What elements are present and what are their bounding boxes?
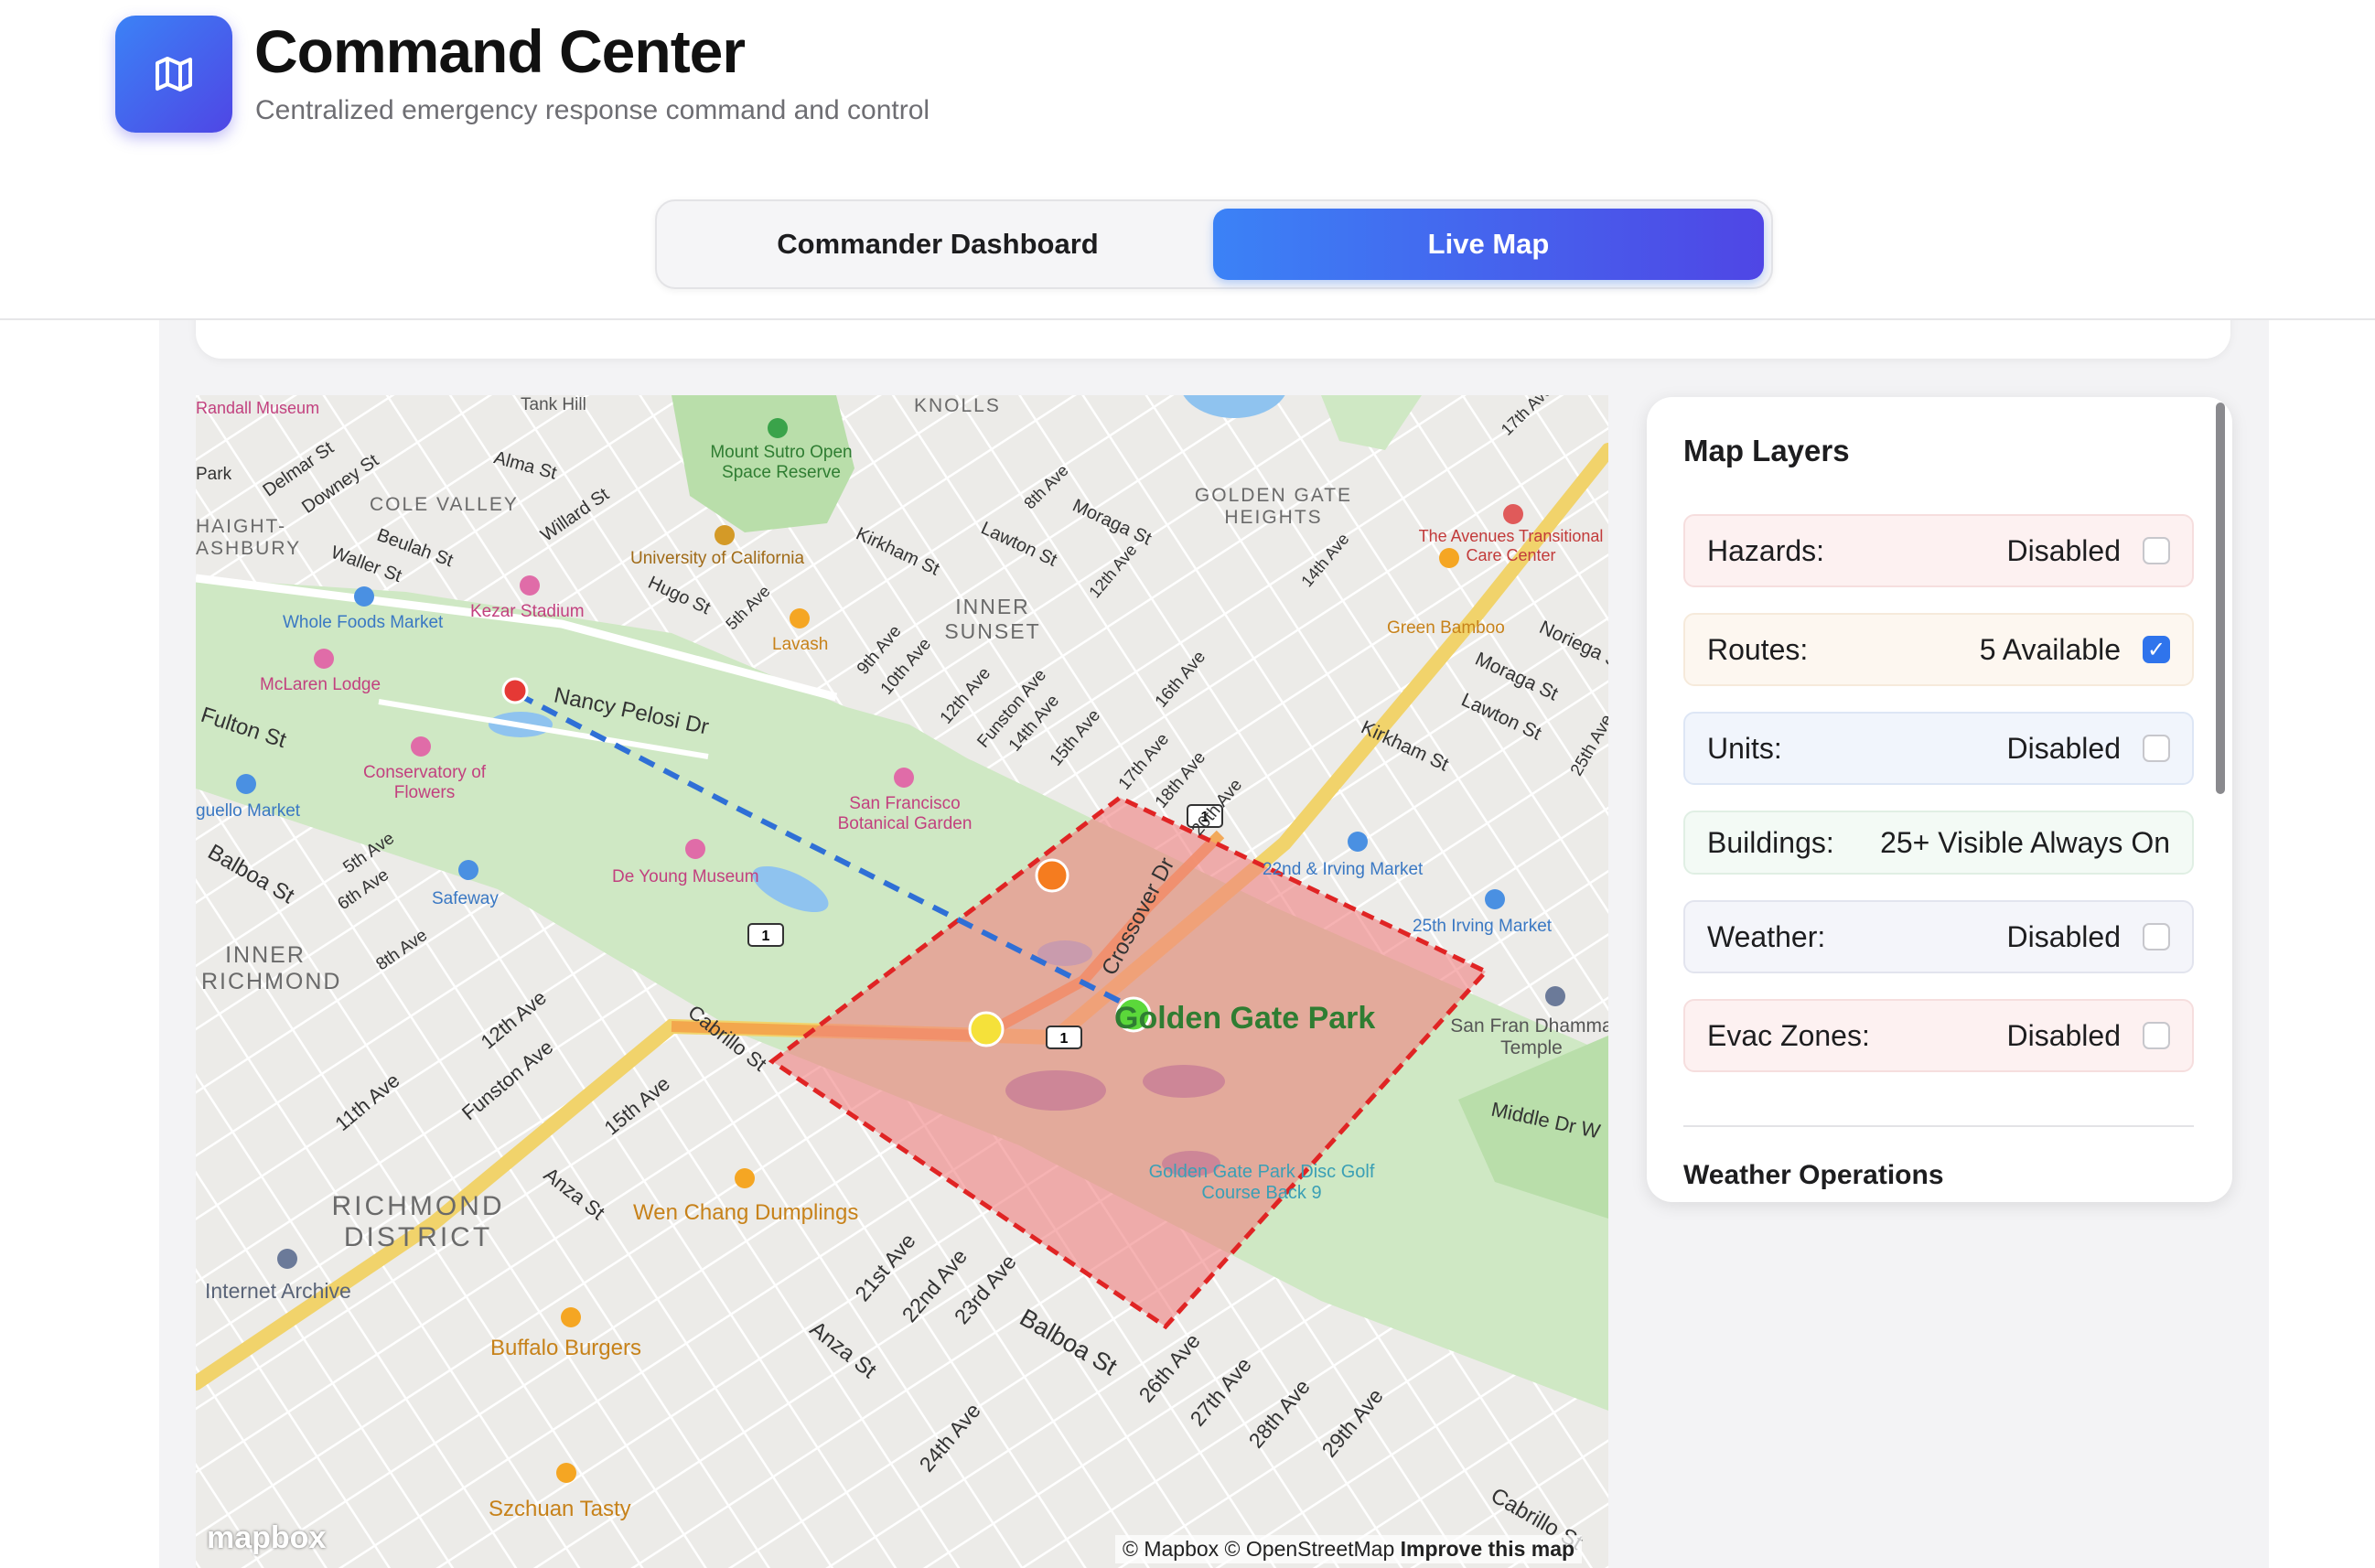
routes-checkbox[interactable]: ✓ <box>2143 636 2170 663</box>
map-label: The Avenues Transitional Care Center <box>1418 527 1604 564</box>
layer-routes[interactable]: Routes: 5 Available ✓ <box>1683 613 2194 686</box>
tab-live-map[interactable]: Live Map <box>1213 209 1764 280</box>
map-label: 22nd & Irving Market <box>1263 860 1424 879</box>
weather-checkbox[interactable] <box>2143 923 2170 950</box>
layer-label: Weather: <box>1707 919 1826 953</box>
layer-label: Evac Zones: <box>1707 1018 1870 1052</box>
mapbox-logo[interactable]: mapbox <box>207 1520 326 1556</box>
app-logo <box>115 16 232 133</box>
map-label: University of California <box>630 549 805 568</box>
page-subtitle: Centralized emergency response command a… <box>255 95 930 125</box>
map-label: Buffalo Burgers <box>490 1336 641 1360</box>
unit-marker-red <box>501 677 529 704</box>
map-label: Wen Chang Dumplings <box>633 1200 859 1225</box>
map-label: INNER SUNSET <box>944 595 1041 643</box>
live-map[interactable]: 111 Golden Gate Park RICHMOND DISTRICT I… <box>196 395 1608 1568</box>
tab-commander-dashboard[interactable]: Commander Dashboard <box>662 209 1213 280</box>
map-attribution: © Mapbox © OpenStreetMap Improve this ma… <box>1115 1535 1583 1563</box>
layer-status: Disabled <box>2006 1018 2121 1052</box>
map-label: Internet Archive <box>205 1279 351 1303</box>
layer-units[interactable]: Units: Disabled <box>1683 712 2194 785</box>
map-label: Randall Museum <box>196 399 320 417</box>
app-header: Command Center Centralized emergency res… <box>0 0 2375 320</box>
map-label: Tank Hill <box>521 395 586 414</box>
layer-status: Disabled <box>2006 919 2121 953</box>
layer-label: Hazards: <box>1707 533 1825 567</box>
layer-weather[interactable]: Weather: Disabled <box>1683 900 2194 973</box>
evac-zones-checkbox[interactable] <box>2143 1022 2170 1049</box>
map-icon <box>156 57 192 91</box>
map-label: Green Bamboo <box>1387 618 1505 638</box>
panel-title: Map Layers <box>1683 434 1850 467</box>
map-label: RICHMOND DISTRICT <box>331 1191 505 1252</box>
highway-shield-label: 1 <box>1060 1031 1069 1047</box>
view-tabs: Commander Dashboard Live Map <box>655 199 1773 289</box>
unit-marker-orange <box>1035 858 1069 893</box>
page-title: Command Center <box>254 17 746 85</box>
map-label: guello Market <box>196 801 301 821</box>
map-label: KNOLLS <box>914 395 1001 416</box>
map-label: COLE VALLEY <box>370 494 519 515</box>
map-label: Kezar Stadium <box>470 602 585 621</box>
map-label: Mount Sutro Open Space Reserve <box>710 443 853 482</box>
map-label: Golden Gate Park <box>1114 1001 1376 1036</box>
map-label: INNER RICHMOND <box>201 942 342 994</box>
layer-buildings: Buildings: 25+ Visible Always On <box>1683 811 2194 875</box>
map-label: Park <box>196 465 232 484</box>
layer-status: 25+ Visible Always On <box>1880 825 2170 859</box>
units-checkbox[interactable] <box>2143 735 2170 762</box>
map-label: San Francisco Botanical Garden <box>837 794 973 833</box>
layer-label: Buildings: <box>1707 825 1834 859</box>
map-label: Safeway <box>432 889 499 908</box>
map-label: Lavash <box>772 635 829 654</box>
improve-map-link[interactable]: Improve this map <box>1401 1537 1574 1561</box>
weather-operations-title: Weather Operations <box>1683 1160 1944 1190</box>
panel-scrollbar[interactable] <box>2216 403 2225 794</box>
map-label: Whole Foods Market <box>283 613 444 632</box>
highway-shield-label: 1 <box>762 929 770 944</box>
map-label: 25th Irving Market <box>1413 917 1553 936</box>
hazards-checkbox[interactable] <box>2143 537 2170 564</box>
layer-hazards[interactable]: Hazards: Disabled <box>1683 514 2194 587</box>
map-layers-panel: Map Layers Hazards: Disabled Routes: 5 A… <box>1647 397 2232 1202</box>
map-label: GOLDEN GATE HEIGHTS <box>1194 485 1353 528</box>
layer-evac-zones[interactable]: Evac Zones: Disabled <box>1683 999 2194 1072</box>
map-label: Szchuan Tasty <box>489 1497 631 1521</box>
map-label: Conservatory of Flowers <box>362 763 487 802</box>
map-label: HAIGHT-ASHBURY <box>196 516 302 559</box>
layer-label: Units: <box>1707 731 1782 765</box>
attribution-text[interactable]: © Mapbox © OpenStreetMap <box>1123 1537 1394 1561</box>
layer-status: 5 Available <box>1979 632 2121 666</box>
map-label: Golden Gate Park Disc Golf Course Back 9 <box>1148 1162 1375 1203</box>
map-label: McLaren Lodge <box>260 675 382 694</box>
map-canvas: 111 <box>196 395 1608 1568</box>
panel-divider <box>1683 1125 2194 1127</box>
layer-label: Routes: <box>1707 632 1809 666</box>
map-label: San Fran Dhamma Temple <box>1450 1015 1608 1058</box>
layer-status: Disabled <box>2006 731 2121 765</box>
layer-status: Disabled <box>2006 533 2121 567</box>
map-label: De Young Museum <box>612 867 759 886</box>
unit-marker-yellow <box>968 1011 1005 1047</box>
